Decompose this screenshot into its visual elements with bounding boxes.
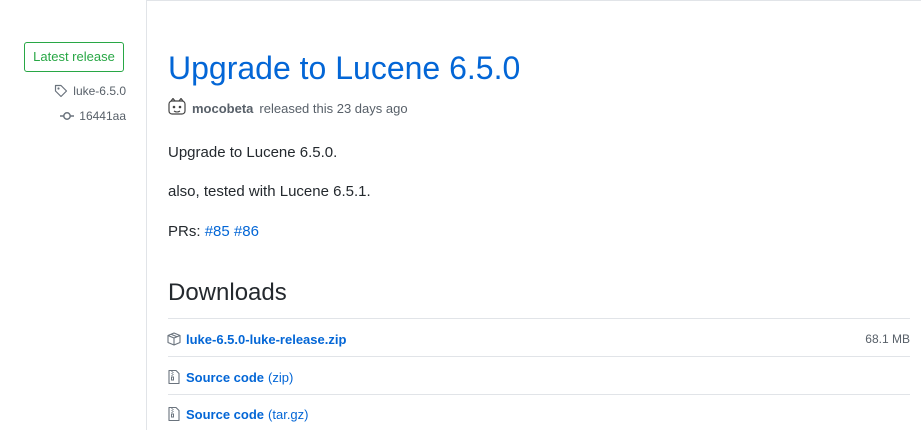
download-name[interactable]: Source code (186, 370, 264, 385)
downloads-divider (168, 394, 910, 395)
file-zip-icon (166, 406, 182, 422)
download-item[interactable]: Source code (tar.gz) (166, 403, 910, 425)
tag-label: luke-6.5.0 (73, 84, 126, 98)
commit-link[interactable]: 16441aa (60, 107, 126, 125)
download-name[interactable]: Source code (186, 407, 264, 422)
download-name[interactable]: luke-6.5.0-luke-release.zip (186, 332, 346, 347)
latest-release-badge: Latest release (24, 42, 124, 72)
tag-link[interactable]: luke-6.5.0 (54, 82, 126, 100)
release-notes-prs: PRs: #85 #86 (168, 222, 259, 242)
downloads-divider (168, 356, 910, 357)
release-byline: mocobeta released this 23 days ago (168, 97, 408, 119)
released-text: released this 23 days ago (259, 100, 408, 116)
download-item[interactable]: luke-6.5.0-luke-release.zip 68.1 MB (166, 328, 910, 350)
release-title[interactable]: Upgrade to Lucene 6.5.0 (168, 48, 520, 88)
package-icon (166, 331, 182, 347)
download-item[interactable]: Source code (zip) (166, 366, 910, 388)
release-notes-line-2: also, tested with Lucene 6.5.1. (168, 183, 371, 200)
downloads-divider (168, 318, 910, 319)
top-border (147, 0, 921, 1)
commit-icon (60, 109, 75, 123)
download-ext[interactable]: (tar.gz) (268, 407, 308, 422)
file-zip-icon (166, 369, 182, 385)
commit-label: 16441aa (79, 109, 126, 123)
downloads-heading: Downloads (168, 279, 287, 306)
pr-link-86[interactable]: #86 (234, 223, 259, 240)
download-ext[interactable]: (zip) (268, 370, 293, 385)
release-notes-line-1: Upgrade to Lucene 6.5.0. (168, 144, 338, 161)
pr-link-85[interactable]: #85 (205, 223, 230, 240)
author-link[interactable]: mocobeta (192, 101, 253, 116)
avatar[interactable] (168, 97, 186, 119)
sidebar-divider (146, 0, 147, 430)
download-size: 68.1 MB (865, 332, 910, 346)
prs-label: PRs: (168, 223, 201, 240)
tag-icon (54, 84, 68, 98)
